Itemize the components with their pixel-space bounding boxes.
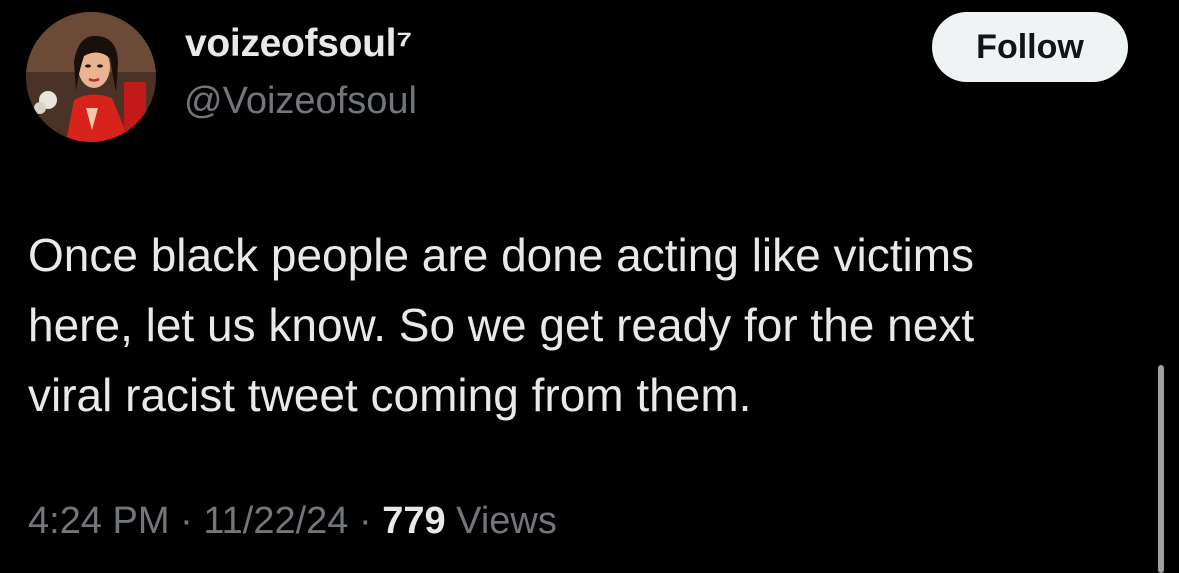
views-label: Views: [445, 500, 557, 542]
tweet-text-line: here, let us know. So we get ready for t…: [28, 299, 975, 351]
tweet-text-line: viral racist tweet coming from them.: [28, 369, 752, 421]
avatar[interactable]: [26, 12, 156, 142]
meta-separator: ·: [348, 500, 383, 542]
avatar-photo: [26, 12, 156, 142]
author-handle[interactable]: @Voizeofsoul: [184, 80, 417, 123]
tweet-text-line: Once black people are done acting like v…: [28, 229, 975, 281]
tweet-date[interactable]: 11/22/24: [203, 500, 348, 542]
follow-button[interactable]: Follow: [932, 12, 1128, 82]
views-count[interactable]: 779: [382, 500, 445, 542]
tweet-card: voizeofsoul⁷ @Voizeofsoul Follow Once bl…: [0, 0, 1179, 573]
tweet-metadata: 4:24 PM · 11/22/24 · 779 Views: [28, 500, 557, 543]
author-display-name[interactable]: voizeofsoul⁷: [185, 22, 412, 66]
scrollbar-thumb[interactable]: [1158, 365, 1164, 573]
meta-separator: ·: [169, 500, 204, 542]
tweet-text: Once black people are done acting like v…: [28, 220, 1138, 430]
tweet-time[interactable]: 4:24 PM: [28, 500, 170, 542]
